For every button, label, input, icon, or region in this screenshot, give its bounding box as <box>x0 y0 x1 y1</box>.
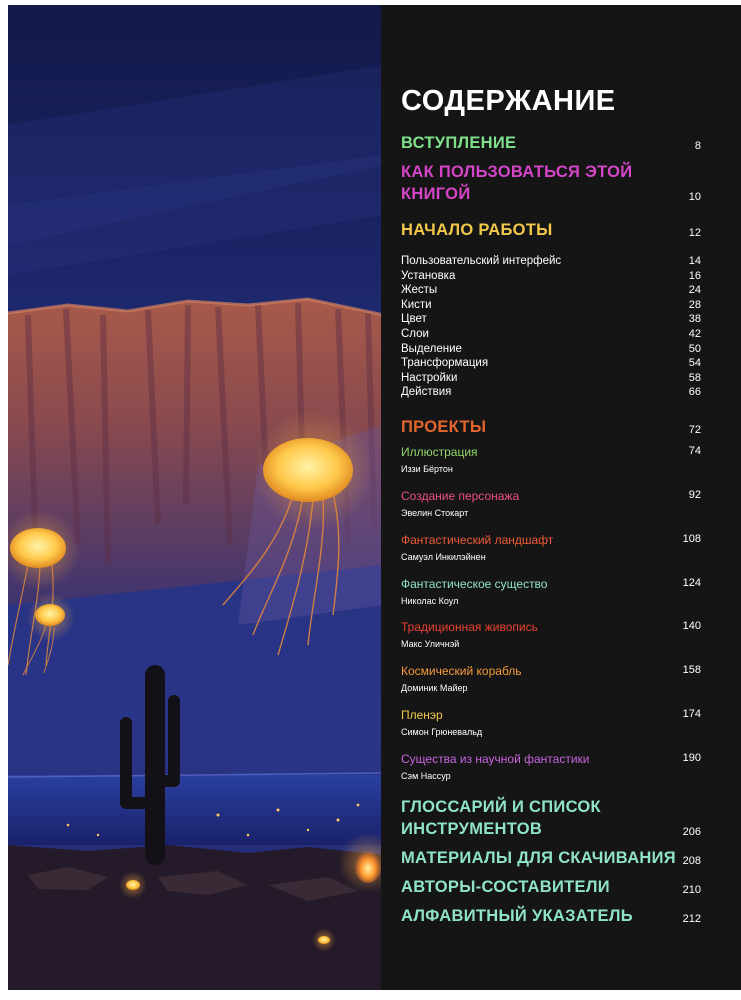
toc-page-number: 124 <box>682 577 701 589</box>
list-item-label: Настройки <box>401 371 458 384</box>
toc-entry-label-line2: КНИГОЙ <box>401 185 471 203</box>
toc-page-number: 190 <box>682 752 701 764</box>
list-item[interactable]: Настройки 58 <box>401 371 701 386</box>
project-author: Доминик Майер <box>401 683 468 693</box>
toc-entry-label-line2: ИНСТРУМЕНТОВ <box>401 820 543 838</box>
list-item-label: Трансформация <box>401 357 489 370</box>
project-author: Симон Грюневальд <box>401 727 483 737</box>
toc-page-number: 208 <box>682 855 701 867</box>
toc-page-number: 174 <box>682 708 701 720</box>
project-title: Существа из научной фантастики <box>401 752 590 766</box>
toc-entry-label-line1: КАК ПОЛЬЗОВАТЬСЯ ЭТОЙ <box>401 163 633 181</box>
project-title: Фантастический ландшафт <box>401 533 554 547</box>
toc-page-number: 108 <box>682 533 701 545</box>
toc-page-number: 212 <box>682 913 701 925</box>
toc-project-character[interactable]: Создание персонажа Эвелин Стокарт 92 <box>401 488 701 520</box>
list-item[interactable]: Цвет 38 <box>401 312 701 327</box>
toc-entry-glossary[interactable]: ГЛОССАРИЙ И СПИСОК ИНСТРУМЕНТОВ 206 <box>401 796 701 840</box>
getting-started-sublist: Пользовательский интерфейс 14 Установка 16… <box>401 254 701 400</box>
book-spread: СОДЕРЖАНИЕ ВСТУПЛЕНИЕ 8 КАК ПОЛЬЗОВАТЬСЯ… <box>0 0 741 1000</box>
project-title: Пленэр <box>401 708 443 722</box>
toc-project-illustration[interactable]: Иллюстрация Иззи Бёртон 74 <box>401 444 701 476</box>
toc-project-spaceship[interactable]: Космический корабль Доминик Майер 158 <box>401 663 701 695</box>
toc-project-traditional-painting[interactable]: Традиционная живопись Макс Уличнэй 140 <box>401 619 701 651</box>
toc-page-number: 58 <box>688 371 701 384</box>
toc-page-number: 158 <box>682 664 701 676</box>
list-item-label: Кисти <box>401 298 432 311</box>
toc-entry-label-line1: ГЛОССАРИЙ И СПИСОК <box>401 798 601 816</box>
list-item[interactable]: Действия 66 <box>401 385 701 400</box>
toc-entry-label: ПРОЕКТЫ <box>401 418 487 436</box>
list-item[interactable]: Слои 42 <box>401 327 701 342</box>
project-author: Николас Коул <box>401 596 459 606</box>
toc-page-number: 8 <box>694 140 701 152</box>
list-item-label: Пользовательский интерфейс <box>401 255 562 267</box>
toc-page-number: 24 <box>688 284 701 297</box>
toc-entry-getting-started[interactable]: НАЧАЛО РАБОТЫ 12 <box>401 219 701 241</box>
toc-page-number: 72 <box>688 424 701 436</box>
table-of-contents-page: СОДЕРЖАНИЕ ВСТУПЛЕНИЕ 8 КАК ПОЛЬЗОВАТЬСЯ… <box>381 5 741 990</box>
toc-project-scifi-creatures[interactable]: Существа из научной фантастики Сэм Нассу… <box>401 751 701 783</box>
toc-title: СОДЕРЖАНИЕ <box>401 85 616 117</box>
project-title: Традиционная живопись <box>401 620 538 634</box>
list-item[interactable]: Выделение 50 <box>401 342 701 357</box>
toc-page-number: 14 <box>688 255 701 267</box>
list-item[interactable]: Кисти 28 <box>401 298 701 313</box>
toc-entry-label: АВТОРЫ-СОСТАВИТЕЛИ <box>401 878 610 896</box>
project-title: Космический корабль <box>401 664 522 678</box>
list-item-label: Установка <box>401 269 456 282</box>
toc-project-landscape[interactable]: Фантастический ландшафт Самуэл Инкилэйне… <box>401 532 701 564</box>
toc-page-number: 16 <box>688 269 701 282</box>
project-author: Иззи Бёртон <box>401 464 453 474</box>
toc-page-number: 206 <box>682 826 701 838</box>
toc-page-number: 42 <box>688 327 701 340</box>
toc-entry-label: ВСТУПЛЕНИЕ <box>401 134 517 152</box>
toc-page-number: 74 <box>688 445 701 457</box>
toc-page-number: 92 <box>688 489 701 501</box>
toc-page-number: 28 <box>688 298 701 311</box>
project-author: Макс Уличнэй <box>401 639 460 649</box>
toc-entry-label: МАТЕРИАЛЫ ДЛЯ СКАЧИВАНИЯ <box>401 849 676 867</box>
list-item[interactable]: Пользовательский интерфейс 14 <box>401 254 701 269</box>
jellyfish-desert-illustration <box>8 5 384 990</box>
toc-page-number: 210 <box>682 884 701 896</box>
toc-page-number: 38 <box>688 313 701 326</box>
toc-page-number: 66 <box>688 386 701 399</box>
list-item[interactable]: Жесты 24 <box>401 283 701 298</box>
toc-page-number: 54 <box>688 357 701 370</box>
list-item-label: Действия <box>401 386 452 399</box>
toc-entry-how-to-use[interactable]: КАК ПОЛЬЗОВАТЬСЯ ЭТОЙ КНИГОЙ 10 <box>401 161 701 205</box>
toc-entry-label: АЛФАВИТНЫЙ УКАЗАТЕЛЬ <box>401 907 633 925</box>
toc-page-number: 12 <box>688 227 701 239</box>
list-item-label: Цвет <box>401 313 427 326</box>
project-title: Создание персонажа <box>401 489 520 503</box>
toc-entry-index[interactable]: АЛФАВИТНЫЙ УКАЗАТЕЛЬ 212 <box>401 905 701 927</box>
project-author: Эвелин Стокарт <box>401 508 469 518</box>
list-item-label: Слои <box>401 327 429 340</box>
project-author: Самуэл Инкилэйнен <box>401 552 486 562</box>
project-author: Сэм Нассур <box>401 771 451 781</box>
list-item-label: Выделение <box>401 342 462 355</box>
list-item[interactable]: Установка 16 <box>401 269 701 284</box>
toc-entry-label: НАЧАЛО РАБОТЫ <box>401 221 553 239</box>
toc-page-number: 10 <box>688 191 701 203</box>
toc-entry-intro[interactable]: ВСТУПЛЕНИЕ 8 <box>401 132 701 154</box>
toc-entry-downloads[interactable]: МАТЕРИАЛЫ ДЛЯ СКАЧИВАНИЯ 208 <box>401 847 701 869</box>
project-title: Фантастическое существо <box>401 577 548 591</box>
project-title: Иллюстрация <box>401 445 478 459</box>
toc-page-number: 50 <box>688 342 701 355</box>
toc-entry-contributors[interactable]: АВТОРЫ-СОСТАВИТЕЛИ 210 <box>401 876 701 898</box>
list-item[interactable]: Трансформация 54 <box>401 356 701 371</box>
toc-project-plein-air[interactable]: Пленэр Симон Грюневальд 174 <box>401 707 701 739</box>
toc-project-creature[interactable]: Фантастическое существо Николас Коул 124 <box>401 576 701 608</box>
toc-entry-projects[interactable]: ПРОЕКТЫ 72 <box>401 416 701 438</box>
toc-page-number: 140 <box>682 620 701 632</box>
list-item-label: Жесты <box>401 284 438 297</box>
